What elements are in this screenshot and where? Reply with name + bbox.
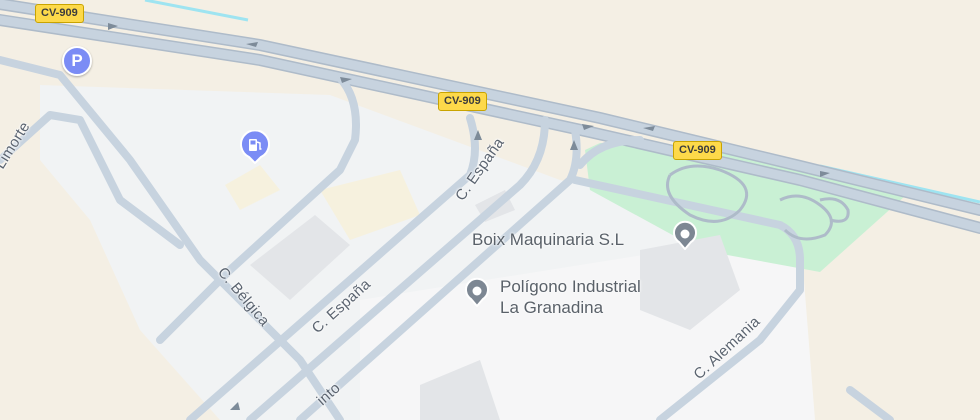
highway-shield: CV-909 [438,92,487,111]
highway-shield: CV-909 [35,4,84,23]
location-pin-icon[interactable] [462,277,492,307]
water-channel [144,0,249,22]
poi-label[interactable]: Boix Maquinaria S.L [472,229,624,250]
parking-icon[interactable]: P [62,46,92,76]
highway-shield: CV-909 [673,141,722,160]
fuel-station-icon[interactable] [238,130,272,164]
poi-label-line: La Granadina [500,298,604,317]
map-base-layer [0,0,980,420]
location-pin-icon[interactable] [670,220,700,250]
poi-label[interactable]: Polígono Industrial La Granadina [500,276,641,318]
map-canvas[interactable]: CV-909 CV-909 CV-909 Limorte C. España C… [0,0,980,420]
poi-label-line: Polígono Industrial [500,277,641,296]
